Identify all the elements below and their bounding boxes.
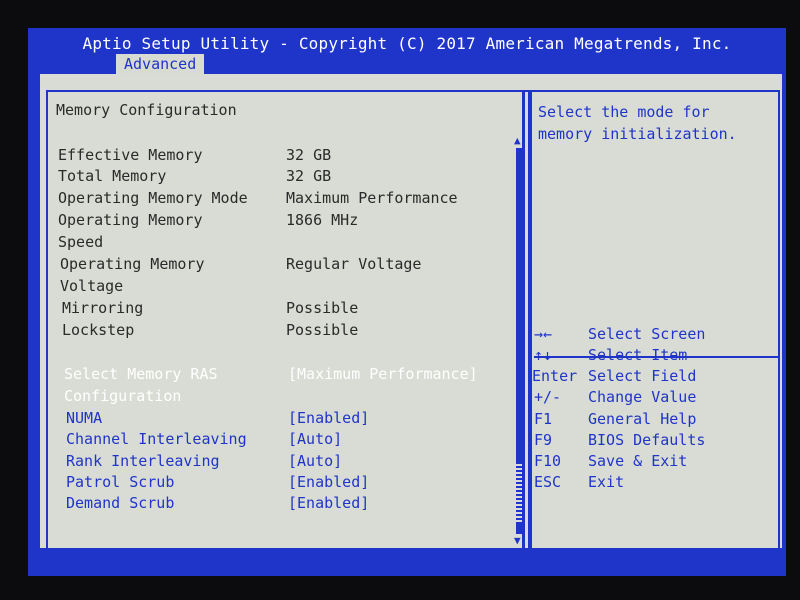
key-desc-exit: Exit (588, 473, 625, 491)
key-f1: F1 (534, 410, 553, 428)
scroll-thumb[interactable] (516, 464, 522, 524)
key-desc-change-value: Change Value (588, 388, 697, 406)
help-frame (530, 90, 780, 554)
setting-label-demand-scrub[interactable]: Demand Scrub (66, 493, 174, 513)
key-esc: ESC (534, 473, 562, 491)
key-desc-select-screen: Select Screen (588, 325, 706, 343)
setting-value-demand-scrub[interactable]: [Enabled] (288, 493, 369, 513)
key-arrows-ud-icon: ↑↓ (534, 346, 553, 364)
content-panel: Memory Configuration Effective Memory 32… (40, 74, 782, 554)
info-value-mirroring: Possible (286, 299, 359, 317)
info-label-operating-mode: Operating Memory Mode (58, 189, 248, 207)
info-label-operating-voltage-line2: Voltage (60, 277, 124, 295)
setting-value-channel-interleaving[interactable]: [Auto] (288, 429, 342, 449)
scrollbar[interactable]: ▲ ▼ (514, 134, 524, 554)
setting-label-rank-interleaving[interactable]: Rank Interleaving (66, 451, 220, 471)
info-value-operating-mode: Maximum Performance (286, 189, 458, 207)
info-value-operating-voltage: Regular Voltage (286, 255, 422, 273)
key-desc-general-help: General Help (588, 410, 697, 428)
key-arrows-lr-icon: →← (534, 325, 553, 343)
key-enter: Enter (532, 367, 578, 385)
key-desc-save-exit: Save & Exit (588, 452, 688, 470)
scroll-down-icon[interactable]: ▼ (514, 534, 521, 547)
key-desc-select-field: Select Field (588, 367, 697, 385)
info-label-total-memory: Total Memory (58, 167, 167, 185)
info-value-effective-memory: 32 GB (286, 146, 332, 164)
info-label-lockstep: Lockstep (62, 321, 135, 339)
setting-label-memory-ras-line2[interactable]: Configuration (64, 386, 181, 406)
setting-label-memory-ras[interactable]: Select Memory RAS (64, 364, 218, 384)
setting-label-channel-interleaving[interactable]: Channel Interleaving (66, 429, 247, 449)
key-desc-bios-defaults: BIOS Defaults (588, 431, 706, 449)
key-desc-select-item: Select Item (588, 346, 688, 364)
key-f10: F10 (534, 452, 562, 470)
info-label-operating-voltage: Operating Memory (60, 255, 205, 273)
info-label-operating-speed: Operating Memory (58, 211, 203, 229)
tab-advanced[interactable]: Advanced (116, 54, 205, 74)
help-text-line1: Select the mode for (538, 103, 710, 121)
section-title: Memory Configuration (56, 101, 237, 119)
setting-value-memory-ras[interactable]: [Maximum Performance] (288, 364, 478, 384)
setting-value-patrol-scrub[interactable]: [Enabled] (288, 472, 369, 492)
info-label-mirroring: Mirroring (62, 299, 144, 317)
key-plus-minus: +/- (534, 388, 562, 406)
setting-label-numa[interactable]: NUMA (66, 408, 102, 428)
setting-value-numa[interactable]: [Enabled] (288, 408, 369, 428)
tab-bar: Advanced (28, 50, 786, 74)
help-text-line2: memory initialization. (538, 125, 737, 143)
key-f9: F9 (534, 431, 553, 449)
info-value-lockstep: Possible (286, 321, 359, 339)
setting-label-patrol-scrub[interactable]: Patrol Scrub (66, 472, 174, 492)
bottom-status-bar (28, 550, 786, 576)
info-value-operating-speed: 1866 MHz (286, 211, 359, 229)
setting-value-rank-interleaving[interactable]: [Auto] (288, 451, 342, 471)
bios-screen: Aptio Setup Utility - Copyright (C) 2017… (28, 28, 786, 576)
scroll-up-icon[interactable]: ▲ (514, 134, 521, 147)
info-value-total-memory: 32 GB (286, 167, 332, 185)
info-label-operating-speed-line2: Speed (58, 233, 104, 251)
info-label-effective-memory: Effective Memory (58, 146, 203, 164)
